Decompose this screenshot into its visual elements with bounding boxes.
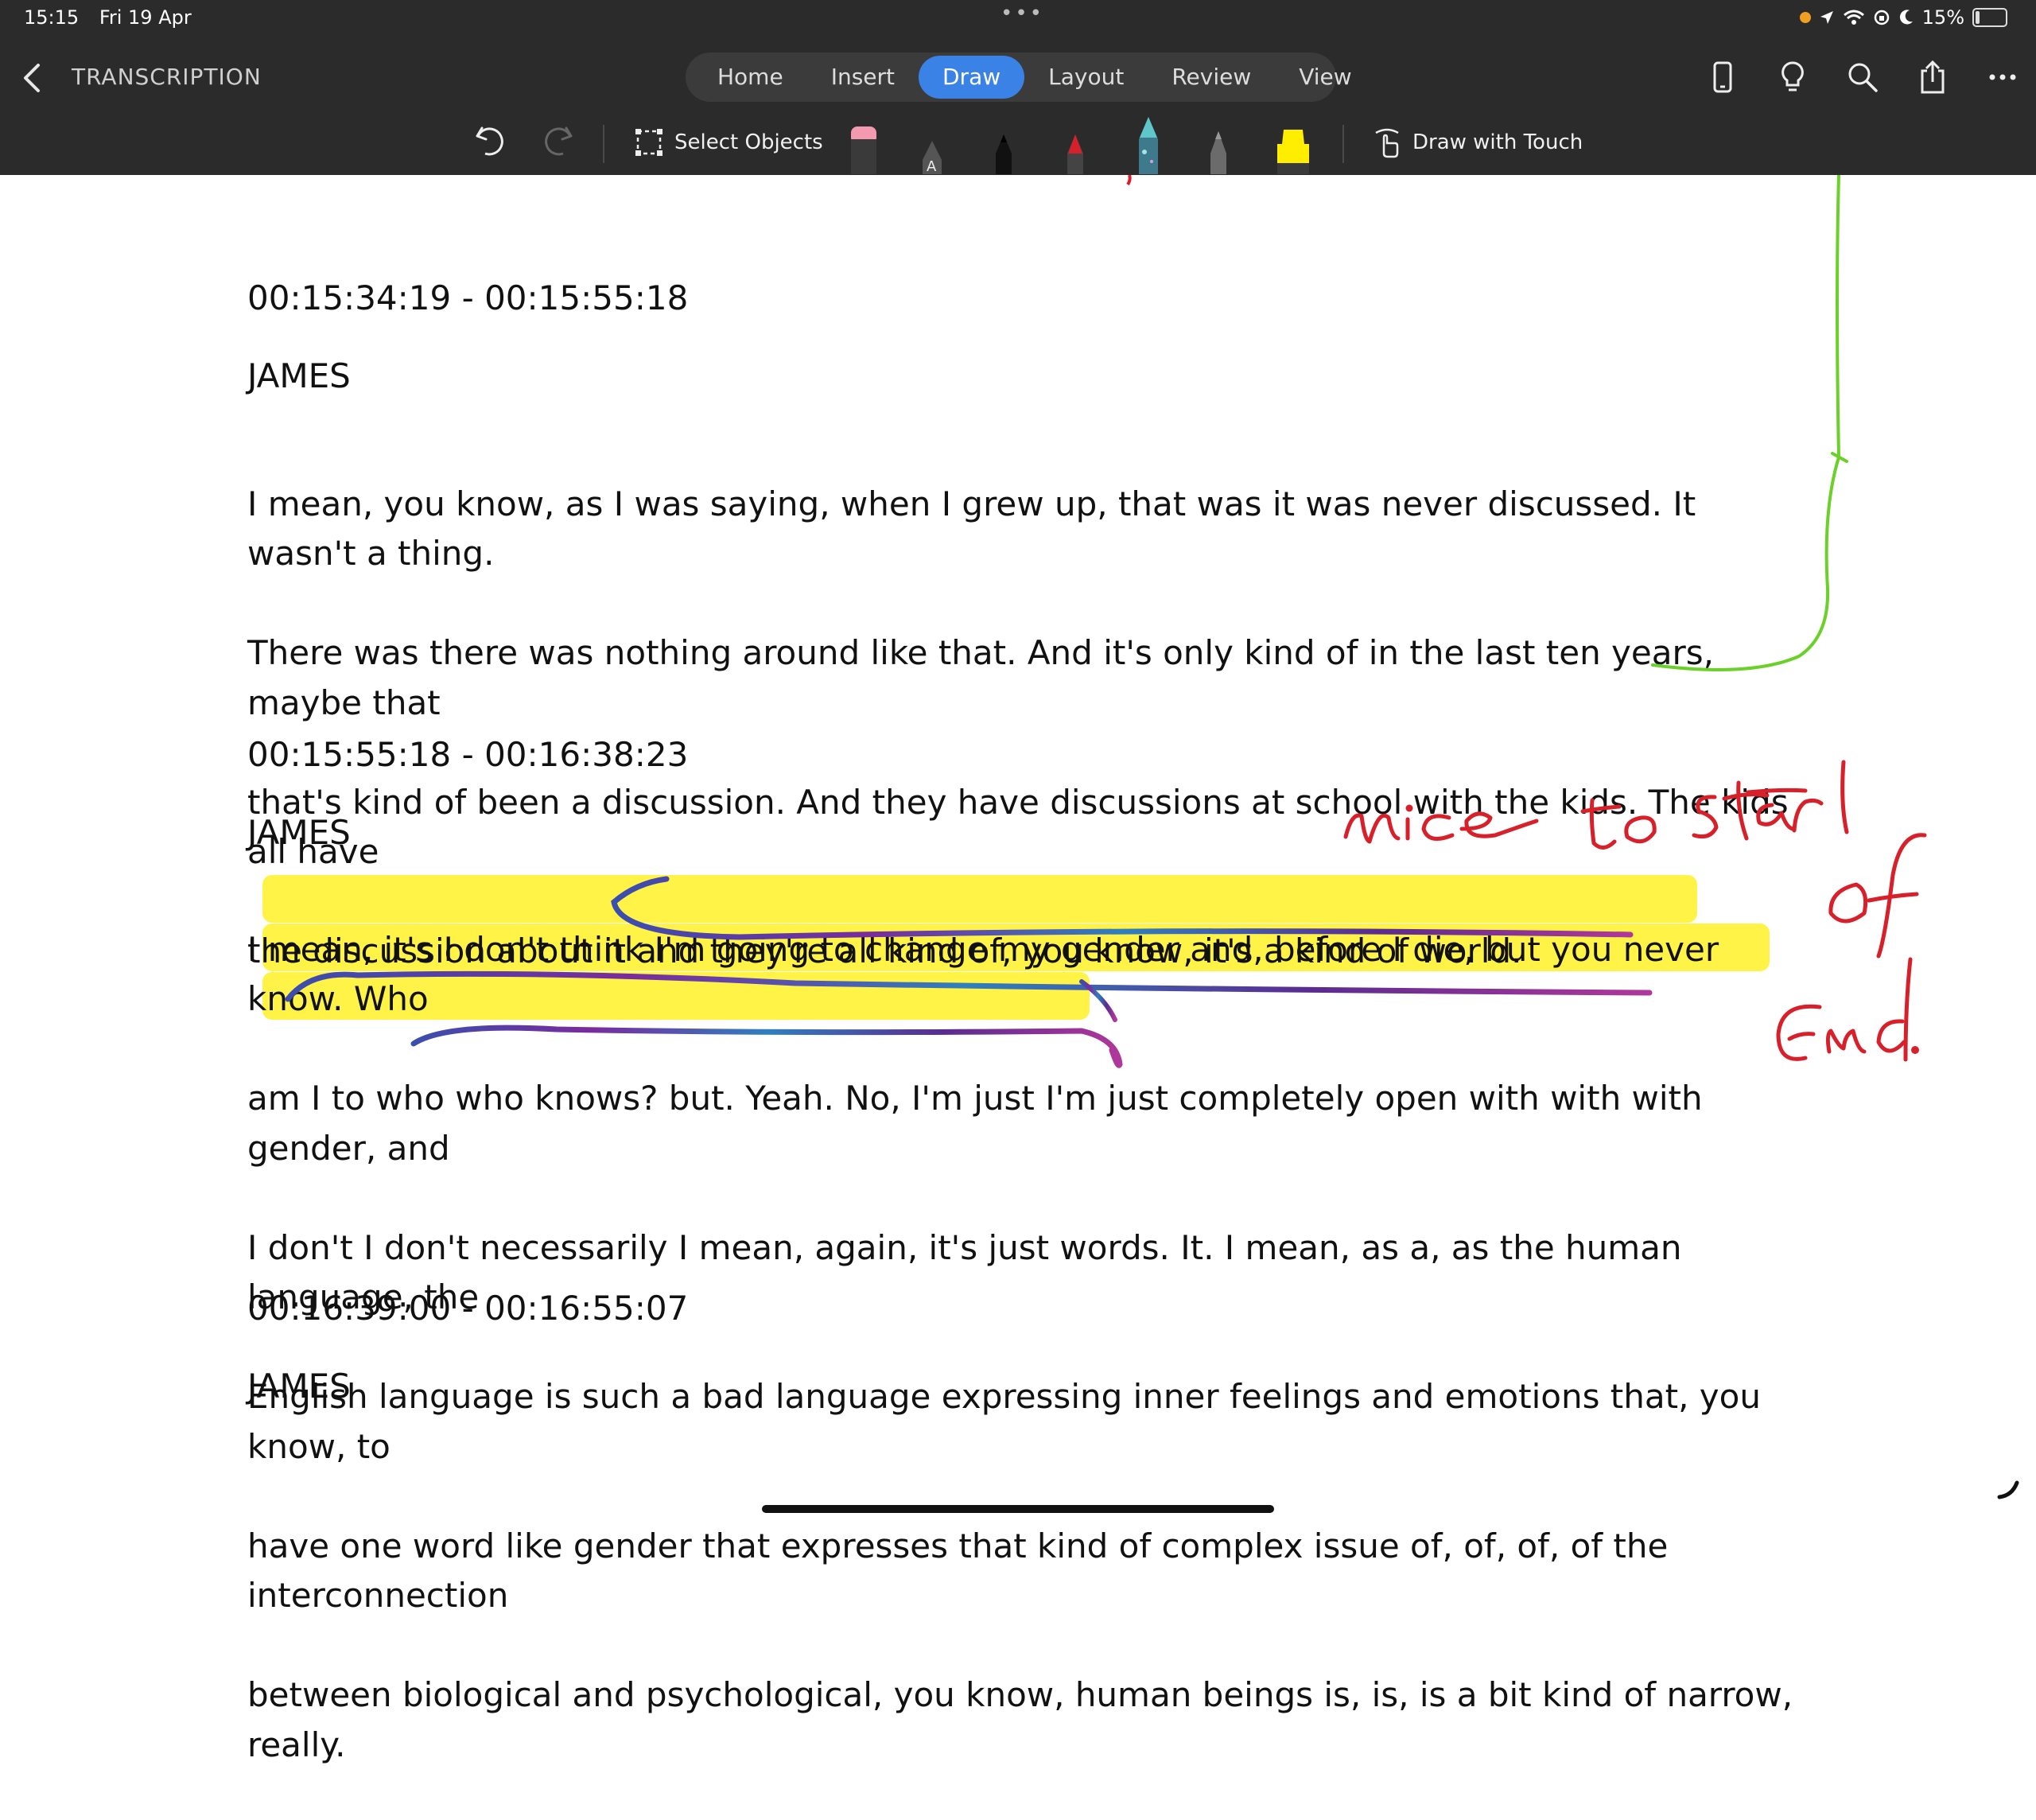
paragraph-line: have one word like gender that expresses…	[247, 1526, 1669, 1616]
select-objects-label: Select Objects	[674, 130, 823, 154]
ribbon-tabs: Home Insert Draw Layout Review View	[686, 52, 1352, 102]
more-icon[interactable]	[1985, 57, 2020, 97]
moon-icon	[1899, 10, 1913, 25]
highlighter-yellow-tool-icon[interactable]	[1272, 128, 1314, 177]
location-icon	[1820, 11, 1833, 24]
back-chevron-icon[interactable]	[16, 56, 48, 100]
phone-view-icon[interactable]	[1705, 57, 1740, 97]
tab-home[interactable]: Home	[694, 56, 807, 99]
red-stroke-fragment	[1126, 175, 1132, 186]
pen-red-tool-icon[interactable]	[1061, 133, 1090, 177]
battery-percent: 15%	[1921, 6, 1964, 29]
select-objects-button[interactable]: Select Objects	[635, 128, 823, 157]
share-icon[interactable]	[1915, 57, 1950, 97]
eraser-tool-icon[interactable]	[848, 123, 880, 177]
redo-icon[interactable]	[542, 122, 574, 161]
select-objects-icon	[635, 129, 662, 156]
multitasking-dots-icon[interactable]: •••	[1001, 2, 1044, 25]
mic-indicator-icon	[1799, 12, 1811, 23]
home-indicator[interactable]	[762, 1505, 1274, 1513]
search-icon[interactable]	[1845, 57, 1880, 97]
draw-with-touch-button[interactable]: Draw with Touch	[1373, 126, 1583, 158]
pencil-gray-tool-icon[interactable]	[1204, 130, 1233, 177]
ink-annotations[interactable]	[0, 175, 2036, 1526]
status-date: Fri 19 Apr	[99, 6, 192, 29]
status-bar: 15:15 Fri 19 Apr ••• 15%	[0, 0, 2036, 35]
tab-draw[interactable]: Draw	[919, 56, 1025, 99]
svg-text:A: A	[927, 158, 937, 174]
galaxy-pen-stroke	[611, 876, 1634, 940]
wifi-icon	[1843, 10, 1864, 25]
pen-galaxy-tool-icon[interactable]	[1133, 115, 1164, 177]
galaxy-pen-stroke	[410, 1025, 1123, 1068]
draw-with-touch-icon	[1375, 128, 1399, 158]
draw-with-touch-label: Draw with Touch	[1412, 130, 1583, 154]
status-time: 15:15	[24, 6, 80, 29]
lightbulb-icon[interactable]	[1775, 57, 1810, 97]
draw-toolbar: Select Objects A Draw with Touch	[0, 115, 2036, 175]
document-title[interactable]: TRANSCRIPTION	[72, 64, 262, 90]
tab-insert[interactable]: Insert	[807, 56, 919, 99]
pen-black-a-tool-icon[interactable]: A	[918, 139, 946, 177]
undo-icon[interactable]	[474, 122, 506, 161]
screen-lock-icon	[1874, 10, 1889, 25]
pen-black-tool-icon[interactable]	[989, 133, 1018, 177]
app-header: 15:15 Fri 19 Apr ••• 15% TRANSCRIPTION H…	[0, 0, 2036, 175]
paragraph-line: between biological and psychological, yo…	[247, 1675, 1793, 1764]
document-page[interactable]: 00:15:34:19 - 00:15:55:18 JAMES I mean, …	[0, 175, 2036, 1764]
tab-review[interactable]: Review	[1148, 56, 1275, 99]
tab-view[interactable]: View	[1275, 56, 1375, 99]
green-arrow-stroke	[1651, 175, 1841, 671]
handwritten-note	[1343, 760, 1927, 1062]
battery-icon	[1972, 8, 2007, 27]
tab-layout[interactable]: Layout	[1024, 56, 1148, 99]
galaxy-pen-stroke	[285, 970, 1653, 1002]
scroll-corner-mark	[1997, 1480, 2019, 1499]
